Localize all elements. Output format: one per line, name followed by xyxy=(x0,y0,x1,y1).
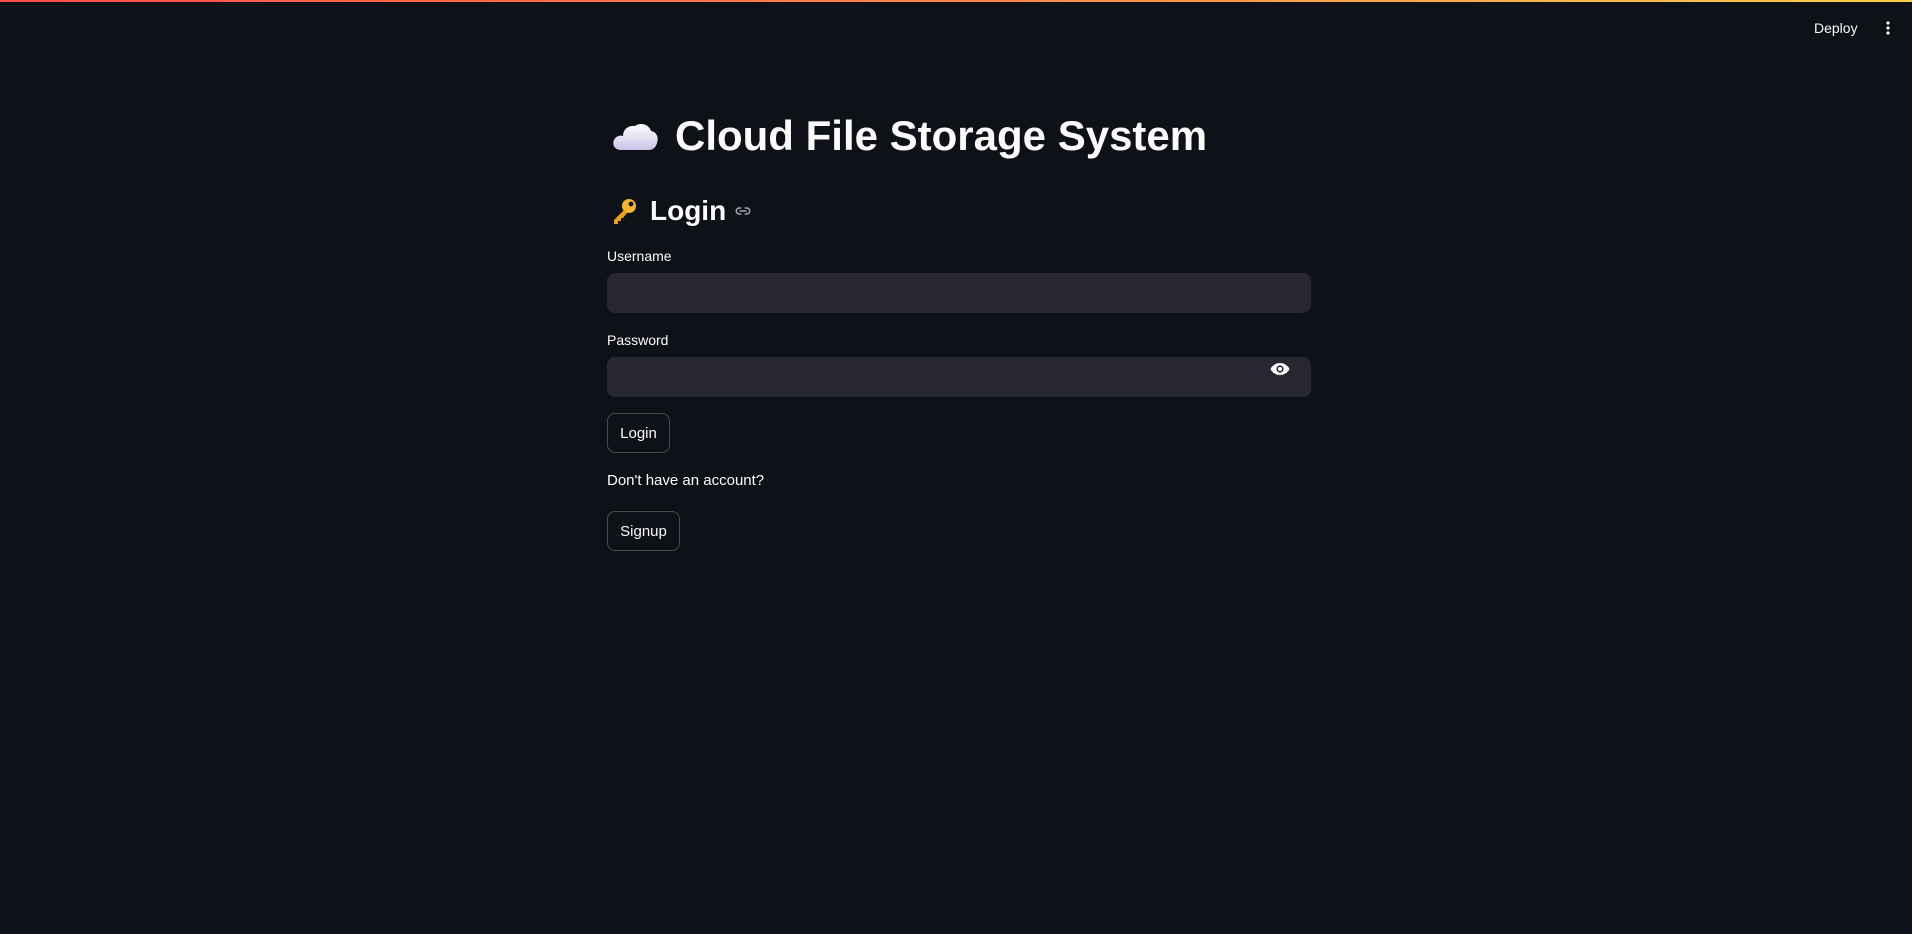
login-heading-text: Login xyxy=(650,195,727,226)
signup-prompt: Don't have an account? xyxy=(607,472,765,489)
page-title: Cloud File Storage System xyxy=(611,112,1207,160)
link-icon[interactable] xyxy=(734,202,752,220)
password-input[interactable] xyxy=(607,357,1311,397)
password-label: Password xyxy=(607,332,669,348)
key-icon xyxy=(614,199,636,224)
password-visibility-toggle[interactable] xyxy=(1267,356,1293,382)
page-title-text: Cloud File Storage System xyxy=(675,112,1208,159)
username-label: Username xyxy=(607,248,672,264)
more-vertical-icon xyxy=(1886,21,1890,35)
login-heading: Login xyxy=(610,195,752,227)
eye-icon xyxy=(1270,363,1290,375)
main-menu-button[interactable] xyxy=(1876,16,1900,40)
login-button[interactable]: Login xyxy=(607,413,670,453)
username-input[interactable] xyxy=(607,273,1311,313)
signup-button[interactable]: Signup xyxy=(607,511,680,551)
cloud-icon xyxy=(613,123,658,150)
deploy-button[interactable]: Deploy xyxy=(1806,16,1866,40)
app-header: Deploy xyxy=(0,0,1912,56)
